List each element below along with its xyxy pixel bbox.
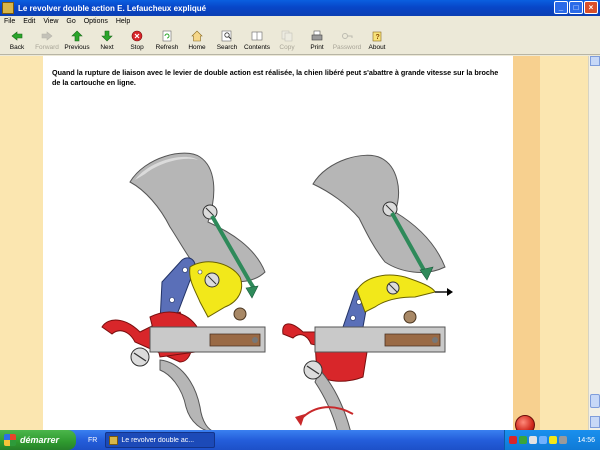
refresh-label: Refresh: [155, 44, 179, 51]
about-icon: ?: [370, 29, 384, 43]
back-label: Back: [9, 44, 25, 51]
tray-app-icon[interactable]: [539, 436, 547, 444]
about-label: About: [368, 44, 386, 51]
arrow-up-icon: [70, 29, 84, 43]
tray-app-icon[interactable]: [559, 436, 567, 444]
search-button[interactable]: Search: [212, 27, 242, 54]
svg-text:?: ?: [376, 34, 380, 41]
copy-label: Copy: [279, 44, 295, 51]
copy-button[interactable]: Copy: [272, 27, 302, 54]
mechanism-diagram: [101, 152, 453, 430]
page-caption: Quand la rupture de liaison avec le levi…: [52, 68, 499, 87]
stop-icon: [130, 29, 144, 43]
menu-view[interactable]: View: [39, 18, 62, 25]
refresh-icon: [160, 29, 174, 43]
lever-left: [189, 261, 243, 318]
start-button[interactable]: démarrer: [0, 430, 76, 450]
arrow-down-icon: [100, 29, 114, 43]
arrow-left-icon: [10, 29, 24, 43]
taskbar-item[interactable]: Le revolver double ac...: [105, 432, 216, 448]
menu-bar: File Edit View Go Options Help: [0, 16, 600, 27]
forward-button[interactable]: Forward: [32, 27, 62, 54]
search-label: Search: [216, 44, 238, 51]
mechanism-right: [282, 154, 453, 430]
contents-icon: [250, 29, 264, 43]
hammer-left: [129, 152, 266, 283]
menu-go[interactable]: Go: [62, 18, 79, 25]
password-label: Password: [332, 44, 362, 51]
stop-label: Stop: [130, 44, 144, 51]
tray-app-icon[interactable]: [549, 436, 557, 444]
stop-button[interactable]: Stop: [122, 27, 152, 54]
arrow-right-icon: [40, 29, 54, 43]
previous-label: Previous: [64, 44, 90, 51]
title-bar: Le revolver double action E. Lefaucheux …: [0, 0, 600, 16]
left-margin: [0, 56, 43, 430]
password-button[interactable]: Password: [332, 27, 362, 54]
tray-app-icon[interactable]: [509, 436, 517, 444]
home-button[interactable]: Home: [182, 27, 212, 54]
contents-label: Contents: [243, 44, 271, 51]
next-button[interactable]: Next: [92, 27, 122, 54]
window-title: Le revolver double action E. Lefaucheux …: [18, 3, 207, 13]
trigger-left: [159, 359, 212, 430]
browser-window: Le revolver double action E. Lefaucheux …: [0, 0, 600, 430]
language-indicator[interactable]: FR: [88, 437, 97, 444]
scroll-down-button[interactable]: [590, 416, 600, 428]
hammer-right: [312, 154, 446, 273]
print-icon: [310, 29, 324, 43]
app-icon: [2, 2, 14, 14]
right-band: [513, 56, 540, 430]
content-area: Quand la rupture de liaison avec le levi…: [0, 56, 600, 430]
close-button[interactable]: ×: [584, 1, 598, 14]
scroll-up-button[interactable]: [590, 56, 600, 66]
previous-button[interactable]: Previous: [62, 27, 92, 54]
menu-options[interactable]: Options: [80, 18, 112, 25]
right-margin: [540, 56, 588, 430]
mechanism-left: [101, 152, 266, 430]
print-button[interactable]: Print: [302, 27, 332, 54]
taskbar-item-label: Le revolver double ac...: [121, 436, 195, 444]
system-tray: 14:56: [504, 430, 600, 450]
menu-file[interactable]: File: [0, 18, 19, 25]
minimize-button[interactable]: _: [554, 1, 568, 14]
next-label: Next: [100, 44, 114, 51]
home-icon: [190, 29, 204, 43]
about-button[interactable]: ? About: [362, 27, 392, 54]
vertical-scrollbar[interactable]: [588, 56, 600, 430]
clock: 14:56: [577, 436, 595, 444]
start-label: démarrer: [20, 435, 60, 445]
back-button[interactable]: Back: [2, 27, 32, 54]
tray-app-icon[interactable]: [519, 436, 527, 444]
taskbar: démarrer FR Le revolver double ac... 14:…: [0, 430, 600, 450]
menu-help[interactable]: Help: [112, 18, 134, 25]
tray-app-icon[interactable]: [529, 436, 537, 444]
search-icon: [220, 29, 234, 43]
maximize-button[interactable]: □: [569, 1, 583, 14]
key-icon: [340, 29, 354, 43]
contents-button[interactable]: Contents: [242, 27, 272, 54]
menu-edit[interactable]: Edit: [19, 18, 39, 25]
forward-label: Forward: [35, 44, 59, 51]
toolbar: Back Forward Previous Next Stop Refresh …: [0, 27, 600, 55]
next-page-button[interactable]: [515, 415, 535, 430]
print-label: Print: [310, 44, 324, 51]
window-controls: _ □ ×: [554, 1, 598, 14]
app-icon: [109, 435, 119, 445]
scroll-thumb[interactable]: [590, 394, 600, 408]
home-label: Home: [188, 44, 206, 51]
copy-icon: [280, 29, 294, 43]
windows-logo-icon: [4, 434, 16, 446]
refresh-button[interactable]: Refresh: [152, 27, 182, 54]
